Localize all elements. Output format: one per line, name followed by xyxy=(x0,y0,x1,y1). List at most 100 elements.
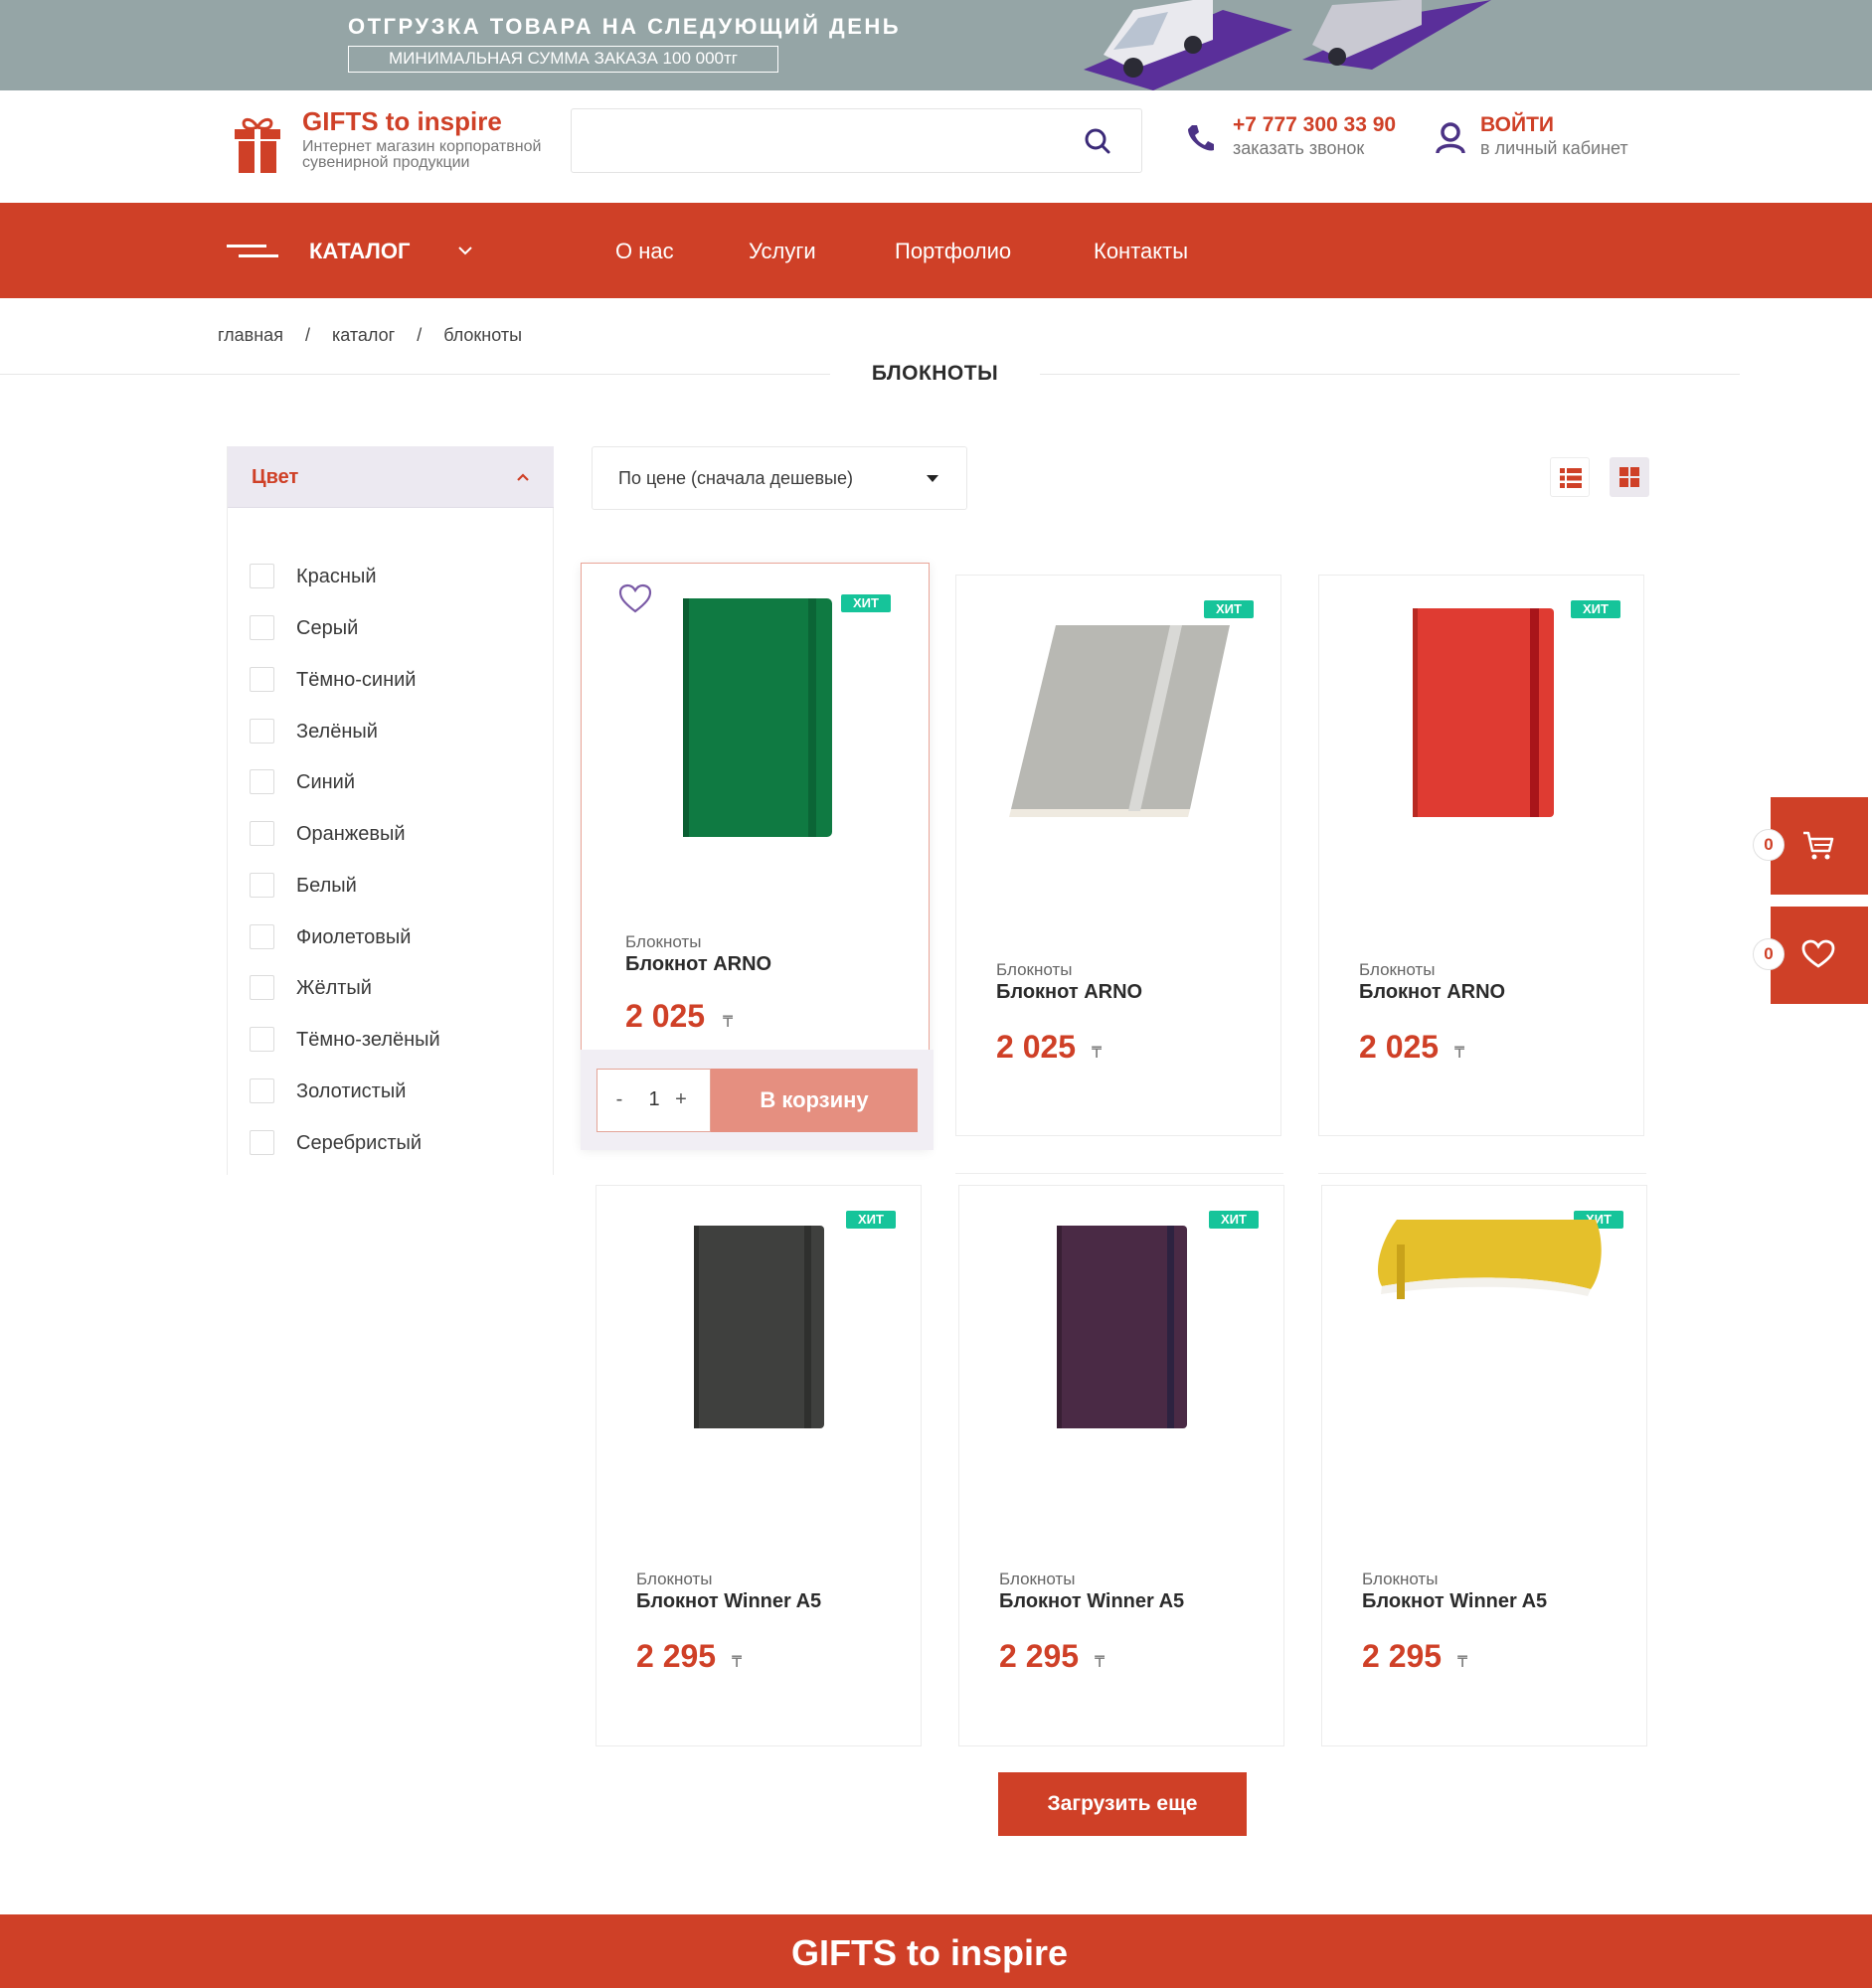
request-call-link[interactable]: заказать звонок xyxy=(1233,138,1364,159)
hit-badge: ХИТ xyxy=(1571,600,1620,618)
gift-icon[interactable] xyxy=(233,113,282,175)
caret-down-icon xyxy=(927,475,938,482)
phone-number[interactable]: +7 777 300 33 90 xyxy=(1233,113,1396,137)
quantity-stepper[interactable]: - 1 + xyxy=(596,1069,711,1132)
nav-link-services[interactable]: Услуги xyxy=(749,239,816,264)
site-footer: GIFTS to inspire xyxy=(0,1914,1872,1988)
list-view-icon xyxy=(1560,468,1582,488)
grid-view-button[interactable] xyxy=(1610,457,1649,497)
checkbox[interactable] xyxy=(250,1027,274,1052)
divider xyxy=(1040,374,1740,375)
product-image[interactable] xyxy=(1001,620,1235,819)
divider xyxy=(0,374,830,375)
page-title: БЛОКНОТЫ xyxy=(871,362,999,385)
checkbox[interactable] xyxy=(250,821,274,846)
heart-icon xyxy=(1801,939,1835,968)
breadcrumb-separator: / xyxy=(417,325,423,345)
product-name[interactable]: Блокнот ARNO xyxy=(996,981,1142,1004)
product-name[interactable]: Блокнот ARNO xyxy=(625,953,771,976)
checkbox[interactable] xyxy=(250,1078,274,1103)
add-to-cart-button[interactable]: В корзину xyxy=(711,1069,918,1132)
product-image[interactable] xyxy=(692,1224,826,1430)
qty-value[interactable]: 1 xyxy=(639,1088,669,1111)
search-box[interactable] xyxy=(571,108,1142,173)
checkbox[interactable] xyxy=(250,615,274,640)
nav-link-contacts[interactable]: Контакты xyxy=(1094,239,1188,264)
chevron-down-icon[interactable] xyxy=(457,245,473,256)
checkbox[interactable] xyxy=(250,873,274,898)
footer-title: GIFTS to inspire xyxy=(790,1932,1068,1973)
product-image[interactable] xyxy=(1367,1215,1606,1314)
currency-sign: ₸ xyxy=(732,1654,743,1671)
login-link[interactable]: ВОЙТИ xyxy=(1480,113,1554,137)
sort-selected: По цене (сначала дешевые) xyxy=(618,468,853,488)
nav-link-portfolio[interactable]: Портфолио xyxy=(895,239,1011,264)
color-filter: Цвет Красный Серый Тёмно-синий Зелёный С… xyxy=(227,446,554,1175)
hit-badge: ХИТ xyxy=(841,594,891,612)
product-card[interactable]: ХИТ Блокноты Блокнот Winner A5 2 295 ₸ xyxy=(958,1185,1284,1746)
user-icon[interactable] xyxy=(1435,121,1466,155)
add-to-cart-row: - 1 + В корзину xyxy=(581,1050,934,1150)
product-image[interactable] xyxy=(1055,1224,1189,1430)
product-name[interactable]: Блокнот Winner A5 xyxy=(999,1590,1184,1613)
search-input[interactable] xyxy=(572,109,1069,172)
currency-sign: ₸ xyxy=(1454,1045,1465,1062)
sort-select[interactable]: По цене (сначала дешевые) xyxy=(592,446,967,510)
floating-favorites-button[interactable] xyxy=(1771,907,1868,1004)
checkbox[interactable] xyxy=(250,564,274,588)
chevron-up-icon[interactable] xyxy=(516,472,530,482)
logo-title[interactable]: GIFTS to inspire xyxy=(302,106,502,137)
account-link[interactable]: в личный кабинет xyxy=(1480,138,1628,159)
product-category: Блокноты xyxy=(625,932,702,951)
product-category: Блокноты xyxy=(1362,1570,1439,1588)
search-icon[interactable] xyxy=(1084,127,1111,155)
heart-icon[interactable] xyxy=(618,583,652,613)
product-name[interactable]: Блокнот ARNO xyxy=(1359,981,1505,1004)
product-price: 2 025 xyxy=(1359,1029,1440,1065)
promo-subtitle: МИНИМАЛЬНАЯ СУММА ЗАКАЗА 100 000тг xyxy=(348,46,778,73)
product-card[interactable]: ХИТ Блокноты Блокнот ARNO 2 025 ₸ xyxy=(1318,575,1644,1136)
checkbox[interactable] xyxy=(250,924,274,949)
hit-badge: ХИТ xyxy=(1204,600,1254,618)
product-name[interactable]: Блокнот Winner A5 xyxy=(1362,1590,1547,1613)
checkbox[interactable] xyxy=(250,769,274,794)
product-category: Блокноты xyxy=(1359,960,1436,979)
currency-sign: ₸ xyxy=(1095,1654,1106,1671)
breadcrumb-current: блокноты xyxy=(443,325,523,345)
currency-sign: ₸ xyxy=(723,1014,734,1031)
floating-cart-button[interactable] xyxy=(1771,797,1868,895)
site-header: GIFTS to inspire Интернет магазин корпор… xyxy=(0,90,1872,203)
product-card[interactable]: ХИТ Блокноты Блокнот ARNO 2 025 ₸ xyxy=(955,575,1281,1136)
divider xyxy=(1318,1173,1646,1174)
load-more-button[interactable]: Загрузить еще xyxy=(998,1772,1247,1836)
breadcrumb-home[interactable]: главная xyxy=(218,325,283,346)
product-image[interactable] xyxy=(1411,606,1556,820)
cart-icon xyxy=(1803,831,1834,860)
product-price: 2 025 xyxy=(625,998,706,1034)
filter-header[interactable]: Цвет xyxy=(228,446,554,508)
promo-banner[interactable]: ОТГРУЗКА ТОВАРА НА СЛЕДУЮЩИЙ ДЕНЬ МИНИМА… xyxy=(0,0,1872,90)
checkbox[interactable] xyxy=(250,667,274,692)
product-name[interactable]: Блокнот Winner A5 xyxy=(636,1590,821,1613)
list-view-button[interactable] xyxy=(1550,457,1590,497)
phone-icon xyxy=(1188,125,1214,151)
qty-decrease-button[interactable]: - xyxy=(609,1088,629,1111)
checkbox[interactable] xyxy=(250,1130,274,1155)
product-image[interactable] xyxy=(681,596,835,840)
hit-badge: ХИТ xyxy=(846,1211,896,1229)
checkbox[interactable] xyxy=(250,975,274,1000)
product-price: 2 025 xyxy=(996,1029,1077,1065)
filter-title: Цвет xyxy=(252,466,299,488)
logo-subtitle: Интернет магазин корпоратвной сувенирной… xyxy=(302,138,542,171)
product-category: Блокноты xyxy=(996,960,1073,979)
breadcrumb-separator: / xyxy=(304,325,310,345)
menu-icon[interactable] xyxy=(227,245,278,258)
catalog-menu[interactable]: КАТАЛОГ xyxy=(309,239,410,264)
qty-increase-button[interactable]: + xyxy=(671,1088,691,1111)
nav-link-about[interactable]: О нас xyxy=(615,239,674,264)
main-nav: КАТАЛОГ О нас Услуги Портфолио Контакты xyxy=(0,203,1872,298)
product-card[interactable]: ХИТ Блокноты Блокнот Winner A5 2 295 ₸ xyxy=(596,1185,922,1746)
product-card[interactable]: ХИТ Блокноты Блокнот Winner A5 2 295 ₸ xyxy=(1321,1185,1647,1746)
checkbox[interactable] xyxy=(250,719,274,744)
breadcrumb-catalog[interactable]: каталог xyxy=(332,325,395,346)
